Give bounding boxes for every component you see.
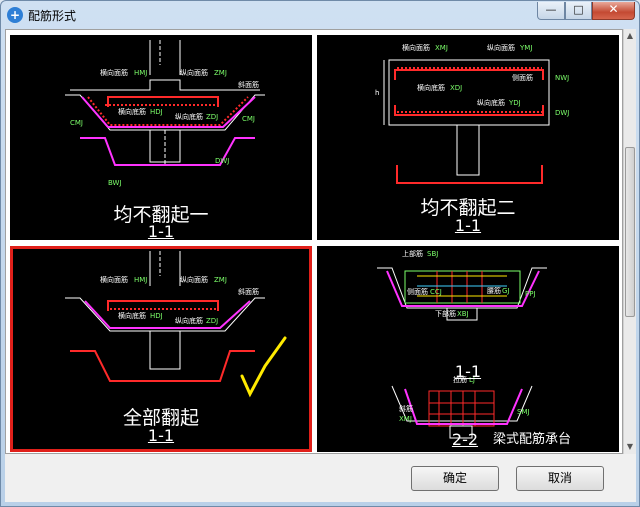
svg-text:YMJ: YMJ [519, 44, 532, 52]
svg-text:纵向底筋: 纵向底筋 [477, 98, 505, 107]
section-label-1-1: 1-1 [454, 362, 482, 381]
svg-text:XDJ: XDJ [450, 84, 462, 92]
label-bottom-transverse: 横向底筋 [118, 107, 146, 116]
svg-text:HMJ: HMJ [134, 276, 147, 284]
svg-text:ZDJ: ZDJ [206, 317, 218, 325]
svg-text:ZMJ: ZMJ [214, 69, 227, 77]
svg-text:斜面筋: 斜面筋 [238, 287, 259, 296]
svg-text:GJ: GJ [502, 287, 510, 295]
label-top-transverse: 横向面筋 [100, 68, 128, 77]
close-button[interactable]: ✕ [592, 2, 635, 20]
svg-text:下部筋: 下部筋 [435, 309, 456, 318]
options-grid: 横向面筋 HMJ 纵向面筋 ZMJ 横向底筋 HDJ 纵向底筋 ZDJ 斜面筋 … [5, 29, 623, 454]
scroll-down-icon[interactable]: ▼ [624, 440, 636, 454]
svg-text:HMJ: HMJ [134, 69, 147, 77]
maximize-button[interactable]: □ [565, 2, 592, 20]
svg-text:PPJ: PPJ [525, 290, 536, 298]
label-bottom-longitudinal: 纵向底筋 [175, 112, 203, 121]
svg-text:纵向底筋: 纵向底筋 [175, 316, 203, 325]
dialog-client: 横向面筋 HMJ 纵向面筋 ZMJ 横向底筋 HDJ 纵向底筋 ZDJ 斜面筋 … [5, 29, 636, 502]
close-icon: ✕ [608, 2, 619, 16]
svg-text:YDJ: YDJ [508, 99, 521, 107]
svg-text:CMJ: CMJ [70, 119, 83, 127]
cancel-button[interactable]: 取消 [516, 466, 604, 491]
svg-text:XBJ: XBJ [457, 310, 469, 318]
window-title: 配筋形式 [28, 9, 77, 23]
svg-text:上部筋: 上部筋 [402, 249, 423, 258]
scroll-up-icon[interactable]: ▲ [624, 29, 636, 43]
svg-text:CCJ: CCJ [430, 288, 442, 296]
svg-text:HDJ: HDJ [150, 312, 163, 320]
option-all-flip[interactable]: 横向面筋 HMJ 纵向面筋 ZMJ 横向底筋 HDJ 纵向底筋 ZDJ 斜面筋 … [10, 246, 312, 452]
svg-text:NWJ: NWJ [555, 74, 569, 82]
svg-text:SMJ: SMJ [517, 408, 530, 416]
option-no-flip-2[interactable]: 横向面筋 XMJ 纵向面筋 YMJ 横向底筋 XDJ 纵向底筋 YDJ 侧面筋 … [317, 35, 619, 240]
option-section: 1-1 [147, 426, 175, 445]
title-bar[interactable]: + 配筋形式 — □ ✕ [1, 1, 639, 29]
svg-text:CMJ: CMJ [242, 115, 255, 123]
svg-text:XMJ: XMJ [435, 44, 448, 52]
ok-button[interactable]: 确定 [411, 466, 499, 491]
svg-text:XMJ: XMJ [399, 415, 412, 423]
footing-diagram-4: 上部筋 SBJ 侧面筋 CCJ 腰筋 GJ 下部筋 XBJ PPJ 拉筋 LJ … [377, 249, 547, 439]
svg-text:纵向面筋: 纵向面筋 [487, 43, 515, 52]
svg-text:侧面筋: 侧面筋 [407, 287, 428, 296]
svg-text:腰筋: 腰筋 [487, 286, 501, 295]
svg-text:SBJ: SBJ [427, 250, 438, 258]
svg-text:纵向面筋: 纵向面筋 [180, 275, 208, 284]
option-no-flip-1[interactable]: 横向面筋 HMJ 纵向面筋 ZMJ 横向底筋 HDJ 纵向底筋 ZDJ 斜面筋 … [10, 35, 312, 241]
label-slope: 斜面筋 [238, 80, 259, 89]
label-top-longitudinal: 纵向面筋 [180, 68, 208, 77]
svg-text:h: h [375, 89, 379, 97]
svg-text:HDJ: HDJ [150, 108, 163, 116]
check-mark-icon [240, 336, 287, 398]
minimize-button[interactable]: — [537, 2, 565, 20]
option-caption: 梁式配筋承台 [492, 432, 571, 447]
option-section: 1-1 [147, 222, 175, 241]
minimize-icon: — [545, 3, 557, 16]
svg-text:横向面筋: 横向面筋 [402, 43, 430, 52]
svg-text:横向底筋: 横向底筋 [417, 83, 445, 92]
svg-text:DWJ: DWJ [555, 109, 569, 117]
svg-text:DWJ: DWJ [215, 157, 229, 165]
section-label-2-2: 2-2 [451, 430, 479, 449]
maximize-icon: □ [573, 3, 584, 16]
scroll-thumb[interactable] [625, 147, 635, 317]
option-beam-cap[interactable]: 上部筋 SBJ 侧面筋 CCJ 腰筋 GJ 下部筋 XBJ PPJ 拉筋 LJ … [317, 246, 619, 452]
svg-text:BWJ: BWJ [108, 179, 122, 187]
svg-text:横向底筋: 横向底筋 [118, 311, 146, 320]
vertical-scrollbar[interactable]: ▲ ▼ [623, 29, 636, 454]
svg-text:ZMJ: ZMJ [214, 276, 227, 284]
option-section: 1-1 [454, 216, 482, 235]
dialog-window: + 配筋形式 — □ ✕ 横向面筋 HMJ 纵向面筋 ZMJ 横向底筋 HDJ … [0, 0, 640, 507]
svg-text:侧面筋: 侧面筋 [512, 73, 533, 82]
cad-icon: + [7, 7, 23, 23]
svg-text:横向面筋: 横向面筋 [100, 275, 128, 284]
svg-text:ZDJ: ZDJ [206, 113, 218, 121]
svg-text:斜筋: 斜筋 [399, 404, 413, 413]
